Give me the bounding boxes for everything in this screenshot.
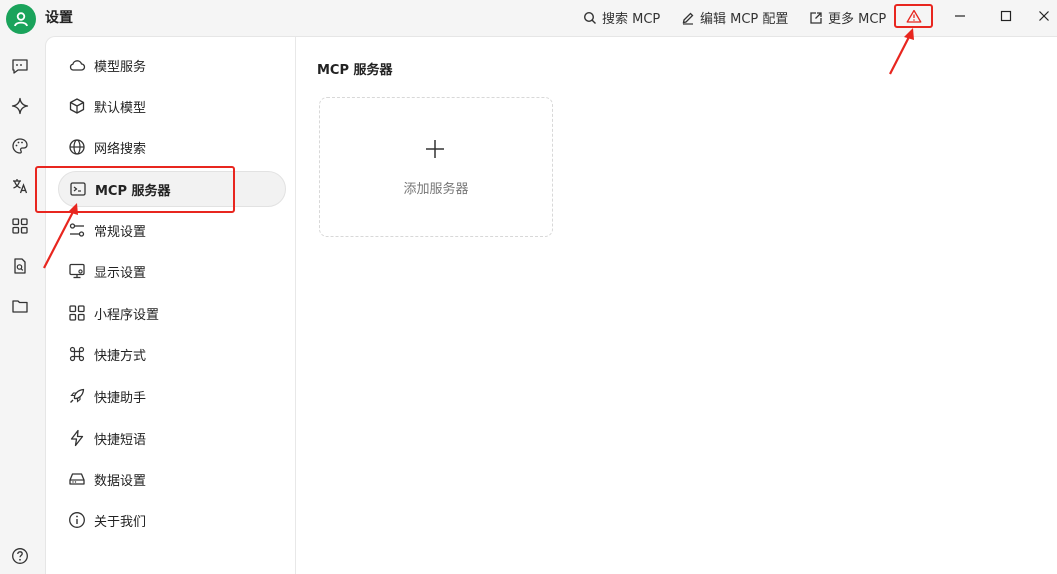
title-bar: 设置 搜索 MCP 编辑 MCP 配置 更多 MCP [0, 0, 1057, 34]
nav-item-general-settings[interactable]: 常规设置 [58, 212, 286, 248]
add-server-label: 添加服务器 [403, 182, 469, 197]
nav-item-model-services[interactable]: 模型服务 [58, 47, 286, 83]
search-icon [583, 11, 596, 24]
window-title: 设置 [45, 10, 73, 26]
nav-item-web-search[interactable]: 网络搜索 [58, 129, 286, 165]
more-mcp-button[interactable]: 更多 MCP [809, 8, 886, 27]
plus-icon [426, 140, 444, 158]
settings-nav: 模型服务 默认模型 网络搜索 MCP 服务器 常规设置 显示设置 小程序设置 快… [46, 37, 296, 574]
warning-icon [906, 9, 922, 23]
nav-item-label: 常规设置 [94, 224, 147, 240]
avatar[interactable] [6, 4, 36, 34]
nav-item-display-settings[interactable]: 显示设置 [58, 253, 286, 289]
chat-icon [12, 59, 28, 74]
nav-item-label: 网络搜索 [94, 141, 147, 157]
nav-item-label: 关于我们 [94, 514, 147, 530]
rail-apps[interactable] [10, 216, 30, 236]
nav-item-quick-assistant[interactable]: 快捷助手 [58, 378, 286, 414]
nav-item-label: 快捷助手 [94, 390, 147, 406]
rail-paint[interactable] [10, 136, 30, 156]
nav-item-label: 快捷方式 [94, 348, 147, 364]
nav-item-label: 模型服务 [94, 59, 147, 75]
minimize-icon [955, 15, 965, 17]
rail-agents[interactable] [10, 96, 30, 116]
monitor-icon [69, 263, 85, 279]
nav-item-label: 数据设置 [94, 473, 147, 489]
user-icon [14, 12, 28, 27]
nav-item-label: 小程序设置 [94, 307, 160, 323]
settings-panel: 模型服务 默认模型 网络搜索 MCP 服务器 常规设置 显示设置 小程序设置 快… [45, 36, 1057, 574]
edit-mcp-config-label: 编辑 MCP 配置 [700, 12, 789, 27]
more-mcp-label: 更多 MCP [828, 12, 887, 27]
sliders-icon [69, 223, 85, 237]
nav-item-default-model[interactable]: 默认模型 [58, 88, 286, 124]
cloud-icon [69, 60, 86, 71]
rail-help[interactable] [10, 546, 30, 566]
nav-item-data-settings[interactable]: 数据设置 [58, 461, 286, 497]
page-title: MCP 服务器 [317, 63, 393, 78]
translate-icon [13, 179, 28, 194]
search-mcp-label: 搜索 MCP [602, 12, 661, 27]
nav-item-miniapp-settings[interactable]: 小程序设置 [58, 295, 286, 331]
document-search-icon [14, 258, 26, 274]
close-icon [1039, 11, 1049, 21]
nav-item-quick-phrases[interactable]: 快捷短语 [58, 420, 286, 456]
globe-icon [69, 139, 85, 155]
nav-item-mcp-servers[interactable]: MCP 服务器 [58, 171, 286, 207]
rail-knowledge[interactable] [10, 256, 30, 276]
apps-icon [69, 305, 85, 321]
nav-item-label: 默认模型 [94, 100, 147, 116]
palette-icon [12, 138, 28, 154]
rail-chat[interactable] [10, 56, 30, 76]
hard-drive-icon [69, 473, 85, 485]
maximize-icon [1000, 10, 1012, 22]
rail-translate[interactable] [10, 176, 30, 196]
edit-mcp-config-button[interactable]: 编辑 MCP 配置 [681, 8, 788, 27]
help-icon [12, 548, 28, 564]
external-link-icon [810, 11, 822, 24]
grid-icon [12, 218, 28, 234]
info-icon [69, 512, 85, 528]
nav-item-about-us[interactable]: 关于我们 [58, 502, 286, 538]
rail-files[interactable] [10, 296, 30, 316]
minimize-button[interactable] [946, 4, 974, 28]
sparkle-icon [11, 97, 29, 115]
terminal-icon [70, 182, 86, 196]
warning-button[interactable] [897, 5, 931, 27]
nav-item-label: MCP 服务器 [95, 183, 171, 199]
nav-item-shortcuts[interactable]: 快捷方式 [58, 336, 286, 372]
maximize-button[interactable] [992, 4, 1020, 28]
add-server-card[interactable]: 添加服务器 [319, 97, 553, 237]
nav-item-label: 显示设置 [94, 265, 147, 281]
nav-item-label: 快捷短语 [94, 432, 147, 448]
search-mcp-button[interactable]: 搜索 MCP [583, 8, 660, 27]
rocket-icon [70, 388, 85, 403]
zap-icon [70, 429, 84, 447]
cube-icon [69, 98, 85, 114]
folder-icon [12, 300, 28, 313]
close-button[interactable] [1030, 4, 1057, 28]
pencil-icon [682, 12, 694, 25]
command-icon [69, 346, 85, 362]
